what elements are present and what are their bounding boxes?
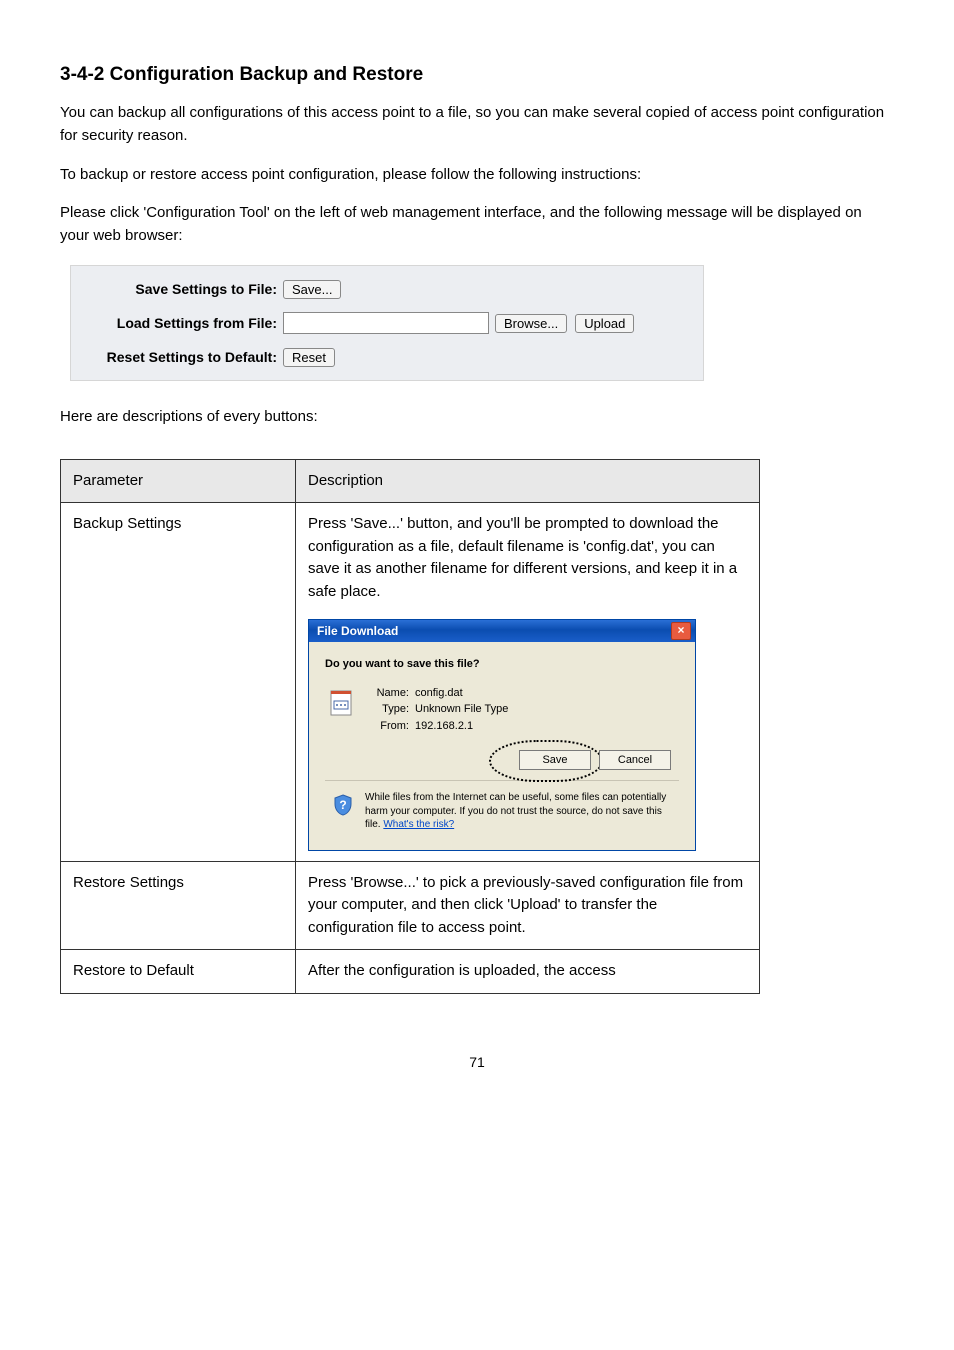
reset-button[interactable]: Reset <box>283 348 335 367</box>
param-restore: Restore Settings <box>61 861 296 950</box>
param-restore-default: Restore to Default <box>61 950 296 994</box>
file-icon <box>325 687 357 719</box>
description-table: Parameter Description Backup Settings Pr… <box>60 459 760 994</box>
file-type-label: Type: <box>367 701 415 718</box>
page-number: 71 <box>60 1054 894 1070</box>
desc-restore: Press 'Browse...' to pick a previously-s… <box>296 861 760 950</box>
svg-text:?: ? <box>339 798 346 812</box>
file-download-dialog: File Download × Do you want to save this… <box>308 619 696 851</box>
file-from-label: From: <box>367 718 415 735</box>
file-path-input[interactable] <box>283 312 489 334</box>
usage-paragraph: To backup or restore access point config… <box>60 163 894 186</box>
desc-backup: Press 'Save...' button, and you'll be pr… <box>308 513 747 603</box>
save-settings-label: Save Settings to File: <box>77 281 283 297</box>
save-button[interactable]: Save... <box>283 280 341 299</box>
table-row: Restore to Default After the configurati… <box>61 950 760 994</box>
table-row: Restore Settings Press 'Browse...' to pi… <box>61 861 760 950</box>
section-heading: 3-4-2 Configuration Backup and Restore <box>60 64 894 86</box>
param-backup: Backup Settings <box>61 503 296 862</box>
file-type-value: Unknown File Type <box>415 701 508 718</box>
dialog-cancel-button[interactable]: Cancel <box>599 750 671 770</box>
dialog-title: File Download <box>317 622 398 640</box>
settings-panel: Save Settings to File: Save... Load Sett… <box>70 265 704 381</box>
intro-paragraph: You can backup all configurations of thi… <box>60 101 894 148</box>
file-name-value: config.dat <box>415 685 463 702</box>
dialog-save-button[interactable]: Save <box>519 750 591 770</box>
file-from-value: 192.168.2.1 <box>415 718 473 735</box>
col-parameter: Parameter <box>61 459 296 503</box>
desc-restore-default: After the configuration is uploaded, the… <box>296 950 760 994</box>
load-settings-label: Load Settings from File: <box>77 315 283 331</box>
close-icon[interactable]: × <box>671 622 691 640</box>
table-intro: Here are descriptions of every buttons: <box>60 405 894 428</box>
whats-the-risk-link[interactable]: What's the risk? <box>383 819 454 830</box>
reset-settings-label: Reset Settings to Default: <box>77 349 283 365</box>
nav-paragraph: Please click 'Configuration Tool' on the… <box>60 201 894 248</box>
dialog-question: Do you want to save this file? <box>325 656 679 673</box>
table-row: Backup Settings Press 'Save...' button, … <box>61 503 760 862</box>
col-description: Description <box>296 459 760 503</box>
shield-icon: ? <box>331 793 355 817</box>
browse-button[interactable]: Browse... <box>495 314 567 333</box>
upload-button[interactable]: Upload <box>575 314 634 333</box>
file-name-label: Name: <box>367 685 415 702</box>
